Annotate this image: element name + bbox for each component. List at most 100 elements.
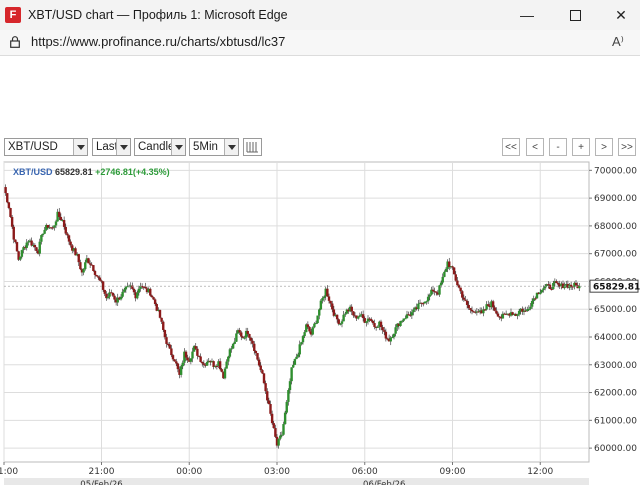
- candle-down: [132, 288, 136, 293]
- candle-up: [357, 316, 360, 319]
- candle-up: [438, 285, 441, 295]
- y-tick-label: 61000.00: [594, 416, 637, 426]
- candle-up: [53, 225, 56, 228]
- url-text[interactable]: https://www.profinance.ru/charts/xbtusd/…: [31, 34, 285, 49]
- candle-down: [435, 291, 438, 293]
- candle-down: [465, 300, 469, 305]
- scroll-end-button[interactable]: >>: [618, 138, 636, 156]
- candle-up: [191, 351, 194, 359]
- scroll-right-button[interactable]: >: [595, 138, 613, 156]
- price-type-select[interactable]: Last: [92, 138, 131, 156]
- y-tick-label: 69000.00: [594, 194, 637, 204]
- candle-down: [352, 311, 355, 316]
- candle-down: [308, 326, 311, 332]
- address-bar[interactable]: https://www.profinance.ru/charts/xbtusd/…: [0, 30, 640, 56]
- candle-down: [371, 320, 375, 324]
- candle-up: [311, 327, 314, 335]
- candle-down: [370, 319, 373, 321]
- candle-down: [33, 244, 37, 248]
- candle-down: [269, 404, 272, 414]
- maximize-button[interactable]: [552, 0, 598, 30]
- candle-up: [318, 309, 321, 316]
- candle-up: [283, 412, 287, 425]
- candle-down: [550, 289, 553, 291]
- candle-up: [288, 381, 292, 391]
- chart-canvas[interactable]: 70000.0069000.0068000.0067000.0066000.00…: [0, 160, 640, 485]
- candle-up: [394, 327, 397, 334]
- x-tick-label: 1:00: [0, 467, 18, 477]
- candle-down: [422, 303, 425, 305]
- candle-up: [136, 292, 139, 299]
- legend-symbol: XBT/USD: [13, 167, 53, 177]
- candle-up: [391, 337, 394, 339]
- candle-down: [111, 292, 115, 296]
- price-chart[interactable]: 70000.0069000.0068000.0067000.0066000.00…: [0, 160, 640, 485]
- chart-type-select[interactable]: Candle: [134, 138, 186, 156]
- candle-down: [238, 330, 241, 333]
- candle-up: [296, 354, 300, 357]
- candle-down: [266, 391, 269, 401]
- candle-up: [225, 361, 228, 369]
- table-view-button[interactable]: [243, 138, 262, 156]
- candle-down: [113, 295, 116, 300]
- candle-down: [98, 277, 102, 281]
- y-tick-label: 62000.00: [594, 389, 637, 399]
- candle-down: [496, 313, 500, 317]
- candle-down: [173, 359, 176, 362]
- zoom-out-button[interactable]: -: [549, 138, 567, 156]
- candle-up: [428, 294, 431, 297]
- symbol-select[interactable]: XBT/USD: [4, 138, 88, 156]
- candle-down: [155, 304, 158, 311]
- candle-up: [404, 318, 407, 320]
- candle-up: [540, 290, 544, 293]
- candle-down: [470, 309, 474, 312]
- candle-up: [285, 401, 288, 413]
- candle-down: [253, 343, 256, 351]
- candle-down: [160, 317, 163, 322]
- read-aloud-icon[interactable]: A⁾: [612, 34, 624, 50]
- window-title-bar: F XBT/USD chart — Профиль 1: Microsoft E…: [0, 0, 640, 30]
- candle-down: [215, 365, 219, 367]
- y-tick-label: 60000.00: [594, 444, 637, 454]
- candle-down: [62, 220, 66, 227]
- candle-up: [529, 306, 532, 309]
- candle-down: [495, 310, 498, 314]
- candle-down: [186, 357, 189, 361]
- candle-down: [487, 304, 490, 306]
- candle-down: [201, 361, 204, 364]
- candle-down: [457, 285, 461, 288]
- candle-up: [279, 435, 282, 439]
- candle-up: [321, 298, 324, 301]
- candle-up: [441, 276, 444, 283]
- plot-area[interactable]: [3, 161, 590, 463]
- candle-down: [270, 413, 274, 424]
- candle-up: [40, 235, 43, 242]
- candle-down: [241, 336, 245, 338]
- close-button[interactable]: ✕: [598, 0, 640, 30]
- candle-up: [340, 321, 344, 324]
- candle-down: [257, 359, 261, 366]
- date-label: 06/Feb/26: [363, 480, 405, 485]
- candle-down: [176, 363, 180, 370]
- candle-up: [227, 356, 230, 362]
- candle-up: [43, 229, 46, 234]
- candle-down: [451, 266, 454, 268]
- candle-up: [313, 323, 316, 328]
- interval-select[interactable]: 5Min: [189, 138, 239, 156]
- zoom-in-button[interactable]: +: [572, 138, 590, 156]
- candle-down: [95, 274, 98, 277]
- scroll-left-button[interactable]: <: [526, 138, 544, 156]
- candle-up: [19, 256, 22, 260]
- candle-down: [150, 295, 154, 298]
- candle-down: [168, 344, 171, 349]
- minimize-button[interactable]: —: [504, 0, 550, 30]
- candle-down: [162, 321, 165, 330]
- candle-up: [293, 359, 297, 365]
- candle-down: [452, 267, 456, 275]
- y-tick-label: 67000.00: [594, 250, 637, 260]
- candle-up: [342, 314, 345, 322]
- scroll-start-button[interactable]: <<: [502, 138, 520, 156]
- candle-down: [87, 258, 90, 264]
- candle-down: [199, 356, 202, 362]
- candle-up: [231, 343, 235, 349]
